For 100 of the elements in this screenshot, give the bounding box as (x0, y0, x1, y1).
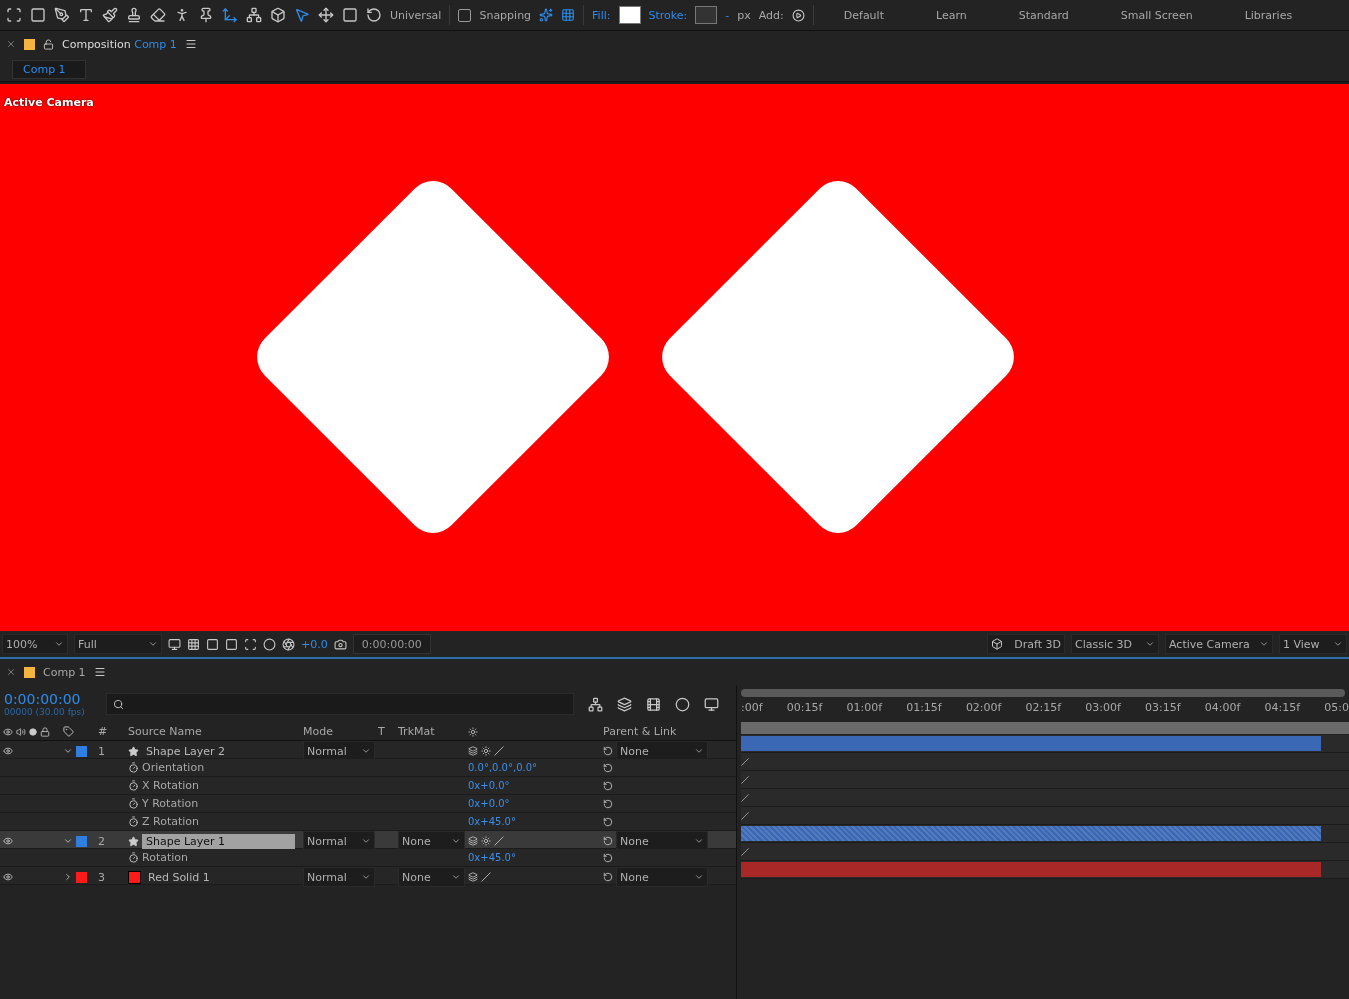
pointer-icon[interactable] (294, 7, 310, 23)
mode-label: Universal (390, 8, 442, 22)
zoom-dropdown[interactable]: 100% (2, 634, 68, 654)
chevron-down-icon (694, 872, 704, 882)
ruler-label: 01:00f (846, 700, 882, 714)
mode-dropdown[interactable]: Normal (303, 867, 375, 887)
brush-tool-icon[interactable] (102, 7, 118, 23)
layer-row[interactable]: 1 Shape Layer 2 Normal None (0, 741, 736, 759)
star-icon (128, 835, 139, 847)
comp-tab[interactable]: Comp 1 (12, 59, 86, 79)
stopwatch-icon[interactable] (128, 762, 139, 773)
trkmat-dropdown[interactable]: None (398, 867, 465, 887)
parent-dropdown[interactable]: None (616, 867, 708, 887)
layer-row[interactable]: 3 Red Solid 1 Normal None None (0, 867, 736, 885)
layer-name[interactable]: Shape Layer 2 (142, 743, 295, 759)
timecode-field[interactable]: 0:00:00:00 (352, 634, 431, 654)
renderer-dropdown[interactable]: Classic 3D (1071, 634, 1159, 654)
property-name: Y Rotation (142, 797, 199, 810)
close-icon[interactable] (6, 39, 16, 49)
ruler-label: 05:0 (1324, 700, 1349, 714)
mode-dropdown[interactable]: Normal (303, 831, 375, 851)
eye-icon[interactable] (3, 872, 13, 882)
menu-icon[interactable] (184, 38, 197, 50)
chevron-down-icon (451, 872, 461, 882)
mode-dropdown[interactable]: Normal (303, 741, 375, 761)
fill-label: Fill: (592, 8, 611, 22)
stroke-swatch[interactable] (695, 6, 718, 24)
view-dropdown[interactable]: Active Camera (1165, 634, 1273, 654)
stopwatch-icon[interactable] (128, 816, 139, 827)
eye-icon[interactable] (3, 836, 13, 846)
frame-count: 00000 (30.00 fps) (4, 707, 86, 717)
label-swatch[interactable] (76, 871, 87, 883)
workspace-tab[interactable]: Learn (913, 8, 989, 22)
comp-color-icon (24, 666, 35, 678)
layer-name[interactable]: Shape Layer 1 (142, 833, 295, 849)
workspace-tab[interactable]: Small Screen (1098, 8, 1215, 22)
trkmat-dropdown[interactable]: None (398, 831, 465, 851)
grid-icon[interactable] (561, 8, 576, 22)
axis-icon[interactable] (222, 7, 238, 23)
ruler-label: 03:15f (1145, 700, 1181, 714)
play-icon[interactable] (791, 8, 805, 22)
menu-icon[interactable] (93, 666, 106, 678)
property-value[interactable]: 0x+0.0° (468, 798, 510, 809)
pen-tool-icon[interactable] (54, 7, 70, 23)
property-value[interactable]: 0x+45.0° (468, 816, 516, 827)
caret-icon[interactable] (63, 836, 73, 846)
fill-swatch[interactable] (618, 6, 641, 24)
stamp-tool-icon[interactable] (126, 7, 142, 23)
layout-dropdown[interactable]: 1 View (1279, 634, 1347, 654)
workspace-tab[interactable]: Libraries (1222, 8, 1315, 22)
snapping-checkbox[interactable] (458, 8, 472, 22)
move-icon[interactable] (318, 7, 334, 23)
eraser-tool-icon[interactable] (150, 7, 166, 23)
eye-icon[interactable] (3, 746, 13, 756)
lock-icon[interactable] (43, 38, 54, 50)
star-icon (128, 745, 139, 757)
property-value[interactable]: 0x+0.0° (468, 780, 510, 791)
close-icon[interactable] (6, 667, 16, 677)
chevron-down-icon (361, 746, 371, 756)
draft-3d-button[interactable]: Draft 3D (987, 634, 1065, 654)
property-value[interactable]: 0.0°,0.0°,0.0° (468, 762, 538, 773)
label-swatch[interactable] (76, 835, 87, 847)
parent-dropdown[interactable]: None (616, 741, 708, 761)
current-time: 0:00:00:00 (4, 691, 82, 707)
caret-icon[interactable] (63, 746, 73, 756)
tag-icon (63, 726, 74, 737)
stopwatch-icon[interactable] (128, 852, 139, 863)
ruler-label: 02:00f (965, 700, 1002, 714)
layer-name[interactable]: Red Solid 1 (144, 869, 297, 885)
workspace-tab[interactable]: Default (821, 8, 906, 22)
type-tool-icon[interactable] (78, 7, 94, 23)
exposure-icon[interactable] (282, 637, 295, 651)
add-label: Add: (758, 8, 784, 22)
ruler-label: 04:15f (1264, 700, 1301, 714)
pin-tool-icon[interactable] (198, 7, 214, 23)
snapping-label: Snapping (479, 8, 532, 22)
property-name: Z Rotation (142, 815, 200, 828)
rectangle-tool-icon[interactable] (30, 7, 46, 23)
stopwatch-icon[interactable] (128, 798, 139, 809)
stopwatch-icon[interactable] (128, 780, 139, 791)
timeline-tab[interactable]: Comp 1 (43, 665, 86, 679)
label-swatch[interactable] (76, 745, 87, 757)
lock-icon (40, 726, 50, 737)
viewer-label: Active Camera (4, 96, 94, 109)
caret-icon[interactable] (63, 872, 73, 882)
property-value[interactable]: 0x+45.0° (468, 852, 516, 863)
search-field[interactable] (106, 693, 574, 715)
transparency-grid-icon[interactable] (187, 637, 200, 651)
stroke-label: Stroke: (648, 8, 688, 22)
layer-row[interactable]: 2 Shape Layer 1 Normal None None (0, 831, 736, 849)
selection-icon[interactable] (6, 7, 22, 23)
layer-number: 1 (98, 744, 105, 758)
property-name: Rotation (142, 851, 188, 864)
resolution-dropdown[interactable]: Full (74, 634, 162, 654)
parent-dropdown[interactable]: None (616, 831, 708, 851)
workspace-tab[interactable]: Standard (996, 8, 1091, 22)
exposure-value: +0.0 (301, 637, 328, 651)
column-header: TrkMat (398, 725, 435, 738)
camera-icon[interactable] (333, 637, 347, 651)
rotate-icon[interactable] (366, 7, 382, 23)
